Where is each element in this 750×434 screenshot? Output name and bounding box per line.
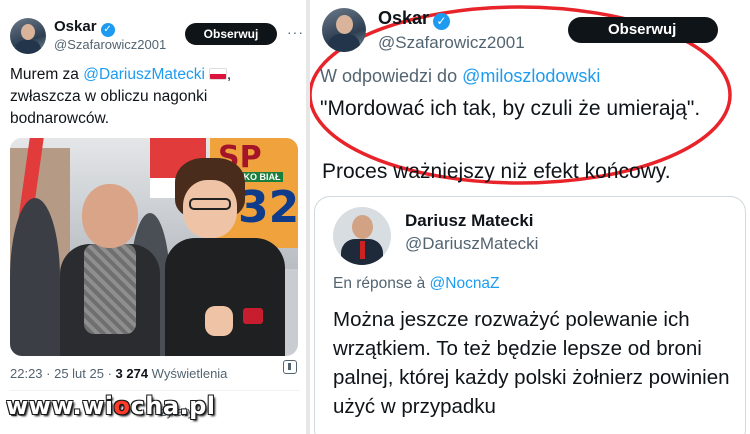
author-name-text[interactable]: Oskar: [54, 18, 97, 35]
quoted-reply-prefix: En réponse à: [333, 275, 430, 292]
follow-button[interactable]: Obserwuj: [568, 17, 718, 43]
author-name[interactable]: Oskar ✓: [378, 8, 451, 30]
author-handle[interactable]: @Szafarowicz2001: [54, 37, 166, 52]
quoted-tweet-text: Można jeszcze rozważyć polewanie ich wrz…: [333, 308, 730, 418]
tweet-meta: 22:23 · 25 lut 25 · 3 274 Wyświetlenia: [10, 366, 227, 381]
quoted-author-name[interactable]: Dariusz Matecki: [405, 211, 534, 231]
author-avatar[interactable]: [10, 18, 46, 54]
right-screenshot: Oskar ✓ @Szafarowicz2001 Obserwuj W odpow…: [310, 0, 750, 434]
views-count: 3 274: [115, 366, 149, 381]
tweet-time[interactable]: 22:23 · 25 lut 25 ·: [10, 366, 116, 381]
person-right: [165, 158, 285, 356]
info-icon[interactable]: [283, 360, 297, 374]
quoted-author-avatar[interactable]: [333, 207, 391, 265]
reply-mention-link[interactable]: @miloszlodowski: [462, 66, 600, 86]
left-screenshot: Oskar ✓ @Szafarowicz2001 Obserwuj ··· Mur…: [0, 0, 306, 434]
follow-button[interactable]: Obserwuj: [185, 23, 277, 45]
more-options-icon[interactable]: ···: [287, 24, 304, 40]
mention-link[interactable]: @DariuszMatecki: [83, 66, 205, 83]
author-avatar[interactable]: [322, 8, 366, 52]
verified-badge-icon: ✓: [433, 13, 451, 30]
tweet-text-rest: zwłaszcza w obliczu nagonki bodnarowców.: [10, 88, 208, 127]
quoted-reply-context: En réponse à @NocnaZ: [333, 275, 500, 293]
person-left: [60, 178, 160, 356]
author-name-text[interactable]: Oskar: [378, 8, 429, 28]
tweet-photo[interactable]: SP ELSKO BIAŁ 32: [10, 138, 298, 356]
views-label: Wyświetlenia: [148, 366, 228, 381]
quoted-reply-mention-link[interactable]: @NocnaZ: [430, 275, 500, 292]
poland-flag-icon: [208, 68, 227, 80]
tweet-text: Murem za @DariuszMatecki, zwłaszcza w ob…: [10, 66, 232, 127]
author-handle[interactable]: @Szafarowicz2001: [378, 33, 525, 53]
tweet-text-prefix: Murem za: [10, 66, 84, 83]
reply-prefix: W odpowiedzi do: [320, 66, 463, 86]
tweet-comment-text: Proces ważniejszy niż efekt końcowy.: [322, 160, 671, 183]
quoted-tweet-card[interactable]: Dariusz Matecki @DariuszMatecki En répon…: [314, 196, 746, 434]
verified-badge-icon: ✓: [100, 23, 115, 37]
tweet-quote-text: "Mordować ich tak, by czuli że umierają"…: [320, 97, 701, 120]
quoted-author-handle[interactable]: @DariuszMatecki: [405, 234, 538, 254]
reply-context: W odpowiedzi do @miloszlodowski: [320, 66, 600, 87]
divider: [10, 390, 300, 391]
author-name[interactable]: Oskar ✓: [54, 18, 115, 37]
watermark-logo: www.wiocha.pl: [6, 392, 216, 420]
